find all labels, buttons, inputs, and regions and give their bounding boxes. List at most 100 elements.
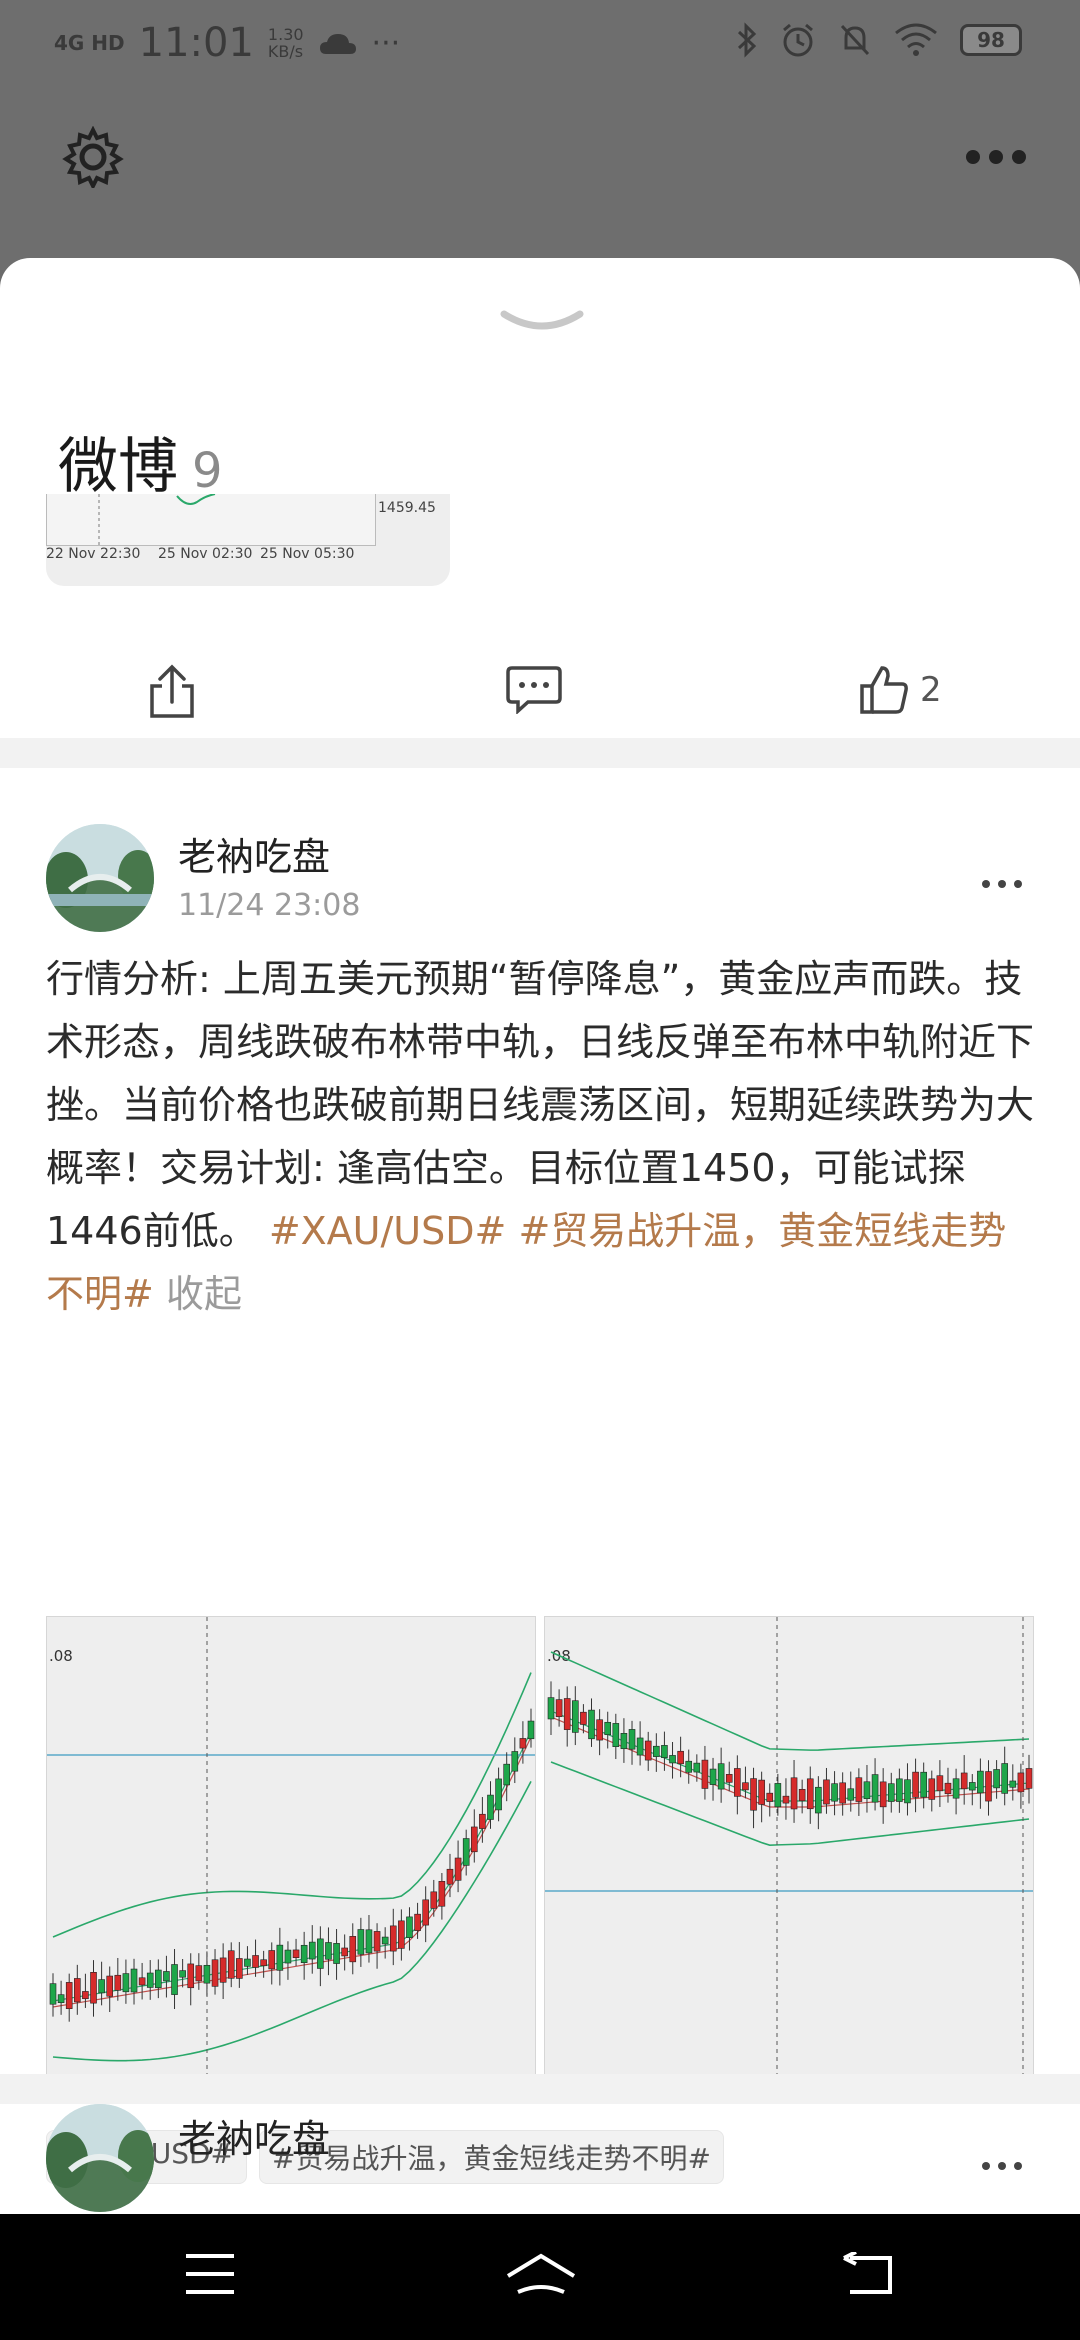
candle-body <box>187 1963 195 1989</box>
candle-body <box>146 1972 154 1988</box>
dot <box>1014 2162 1022 2170</box>
candle-body <box>292 1949 300 1959</box>
share-button[interactable] <box>146 664 198 720</box>
candle-body <box>203 1964 211 1984</box>
previous-post-chart-thumbnail[interactable]: 1459.45 22 Nov 22:30 25 Nov 02:30 25 Nov… <box>46 494 450 586</box>
background-page: 4G HD 11:01 1.30 KB/s ··· 98 <box>0 0 1080 270</box>
thumbnail-line <box>98 494 216 546</box>
collapse-link[interactable]: 收起 <box>166 1272 242 1316</box>
avatar[interactable] <box>46 824 154 932</box>
network-speed: 1.30 KB/s <box>268 26 304 60</box>
candle-body <box>839 1782 846 1804</box>
more-button[interactable] <box>966 150 1026 164</box>
dot <box>998 880 1006 888</box>
settings-button[interactable] <box>62 125 124 192</box>
post-divider <box>0 738 1080 768</box>
candle-body <box>227 1950 235 1979</box>
candle-body <box>693 1762 701 1773</box>
silent-icon <box>840 24 870 56</box>
candle-body <box>106 1975 114 1997</box>
candle-body <box>308 1941 316 1960</box>
candle-body <box>438 1881 446 1907</box>
candle-body <box>847 1788 855 1801</box>
candle-body <box>871 1774 879 1803</box>
thumbnail-x-tick: 22 Nov 22:30 <box>46 546 141 562</box>
candle-body <box>596 1719 603 1741</box>
bluetooth-icon <box>737 22 757 58</box>
chart-image-right[interactable]: .083 Sep 201919 Sep 20197 Oct 201923 Oct… <box>544 1616 1034 2104</box>
candle-body <box>1017 1772 1025 1793</box>
candle-body <box>406 1916 413 1938</box>
candle-body <box>725 1774 733 1783</box>
candle-body <box>317 1938 324 1969</box>
candle-body <box>503 1763 510 1786</box>
candle-body <box>815 1786 822 1814</box>
candle-body <box>896 1778 903 1802</box>
candle-body <box>669 1755 676 1764</box>
hashtag-link[interactable]: #XAU/USD# <box>269 1209 507 1253</box>
post-text: 行情分析: 上周五美元预期“暂停降息”，黄金应声而跌。技术形态，周线跌破布林带中… <box>46 948 1036 1326</box>
post-more-button[interactable] <box>982 2162 1022 2170</box>
status-time: 11:01 <box>138 20 254 66</box>
candle-body <box>977 1770 984 1794</box>
avatar-image <box>46 2104 154 2212</box>
thumbnail-plot <box>46 494 376 546</box>
candle-body <box>82 1991 89 2000</box>
candle-body <box>717 1763 725 1790</box>
candle-body <box>276 1944 284 1971</box>
candle-body <box>479 1813 486 1829</box>
plot-background <box>545 1617 1033 2079</box>
candle-body <box>968 1782 976 1791</box>
candle-body <box>1009 1780 1017 1788</box>
alarm-icon <box>783 23 813 57</box>
status-bar: 4G HD 11:01 1.30 KB/s ··· 98 <box>0 0 1080 90</box>
candle-body <box>604 1721 612 1736</box>
candle-body <box>65 1982 73 2010</box>
plot-background <box>47 1617 535 2079</box>
author-name[interactable]: 老衲吃盘 <box>178 826 330 881</box>
next-post: 老衲吃盘 <box>0 2104 1080 2214</box>
author-name[interactable]: 老衲吃盘 <box>178 2108 330 2163</box>
home-nav-button[interactable] <box>504 2252 578 2306</box>
collapse-handle[interactable] <box>500 308 584 342</box>
sheet-count: 9 <box>192 443 223 499</box>
candle-body <box>709 1768 717 1785</box>
network-indicator: 4G HD <box>54 31 125 55</box>
dot <box>1012 150 1026 164</box>
post-more-button[interactable] <box>982 880 1022 888</box>
candle-body <box>734 1768 741 1797</box>
y-tick-label: .08 <box>49 1647 73 1665</box>
candle-body <box>612 1723 620 1747</box>
candle-body <box>936 1775 944 1792</box>
candle-body <box>341 1947 348 1957</box>
candle-body <box>960 1772 968 1790</box>
candle-body <box>863 1781 871 1800</box>
system-navigation-bar <box>0 2214 1080 2340</box>
menu-nav-button[interactable] <box>184 2252 236 2300</box>
comment-button[interactable] <box>506 664 562 714</box>
candle-body <box>572 1700 579 1733</box>
candle-body <box>454 1857 462 1881</box>
candle-body <box>782 1795 790 1804</box>
dot <box>982 2162 990 2170</box>
candle-body <box>887 1783 895 1802</box>
candle-body <box>993 1769 1000 1789</box>
candle-body <box>98 1979 105 1994</box>
speed-value: 1.30 <box>267 25 304 44</box>
candle-body <box>519 1738 527 1749</box>
wifi-icon <box>895 23 937 56</box>
back-nav-button[interactable] <box>842 2250 896 2302</box>
chart-image-left[interactable]: .0830 Sep 201823 Dec 201817 Mar 20199 Ju… <box>46 1616 536 2104</box>
post-time: 11/24 23:08 <box>178 888 361 923</box>
like-button[interactable]: 2 <box>858 664 942 716</box>
candle-body <box>381 1936 389 1945</box>
menu-icon <box>186 2254 234 2294</box>
avatar[interactable] <box>46 2104 154 2212</box>
candle-body <box>580 1711 587 1725</box>
previous-post-actions: 2 <box>0 634 1080 744</box>
dot <box>998 2162 1006 2170</box>
comment-icon <box>506 666 562 714</box>
candle-body <box>422 1899 429 1926</box>
candle-body <box>373 1931 381 1952</box>
candle-body <box>268 1950 276 1970</box>
